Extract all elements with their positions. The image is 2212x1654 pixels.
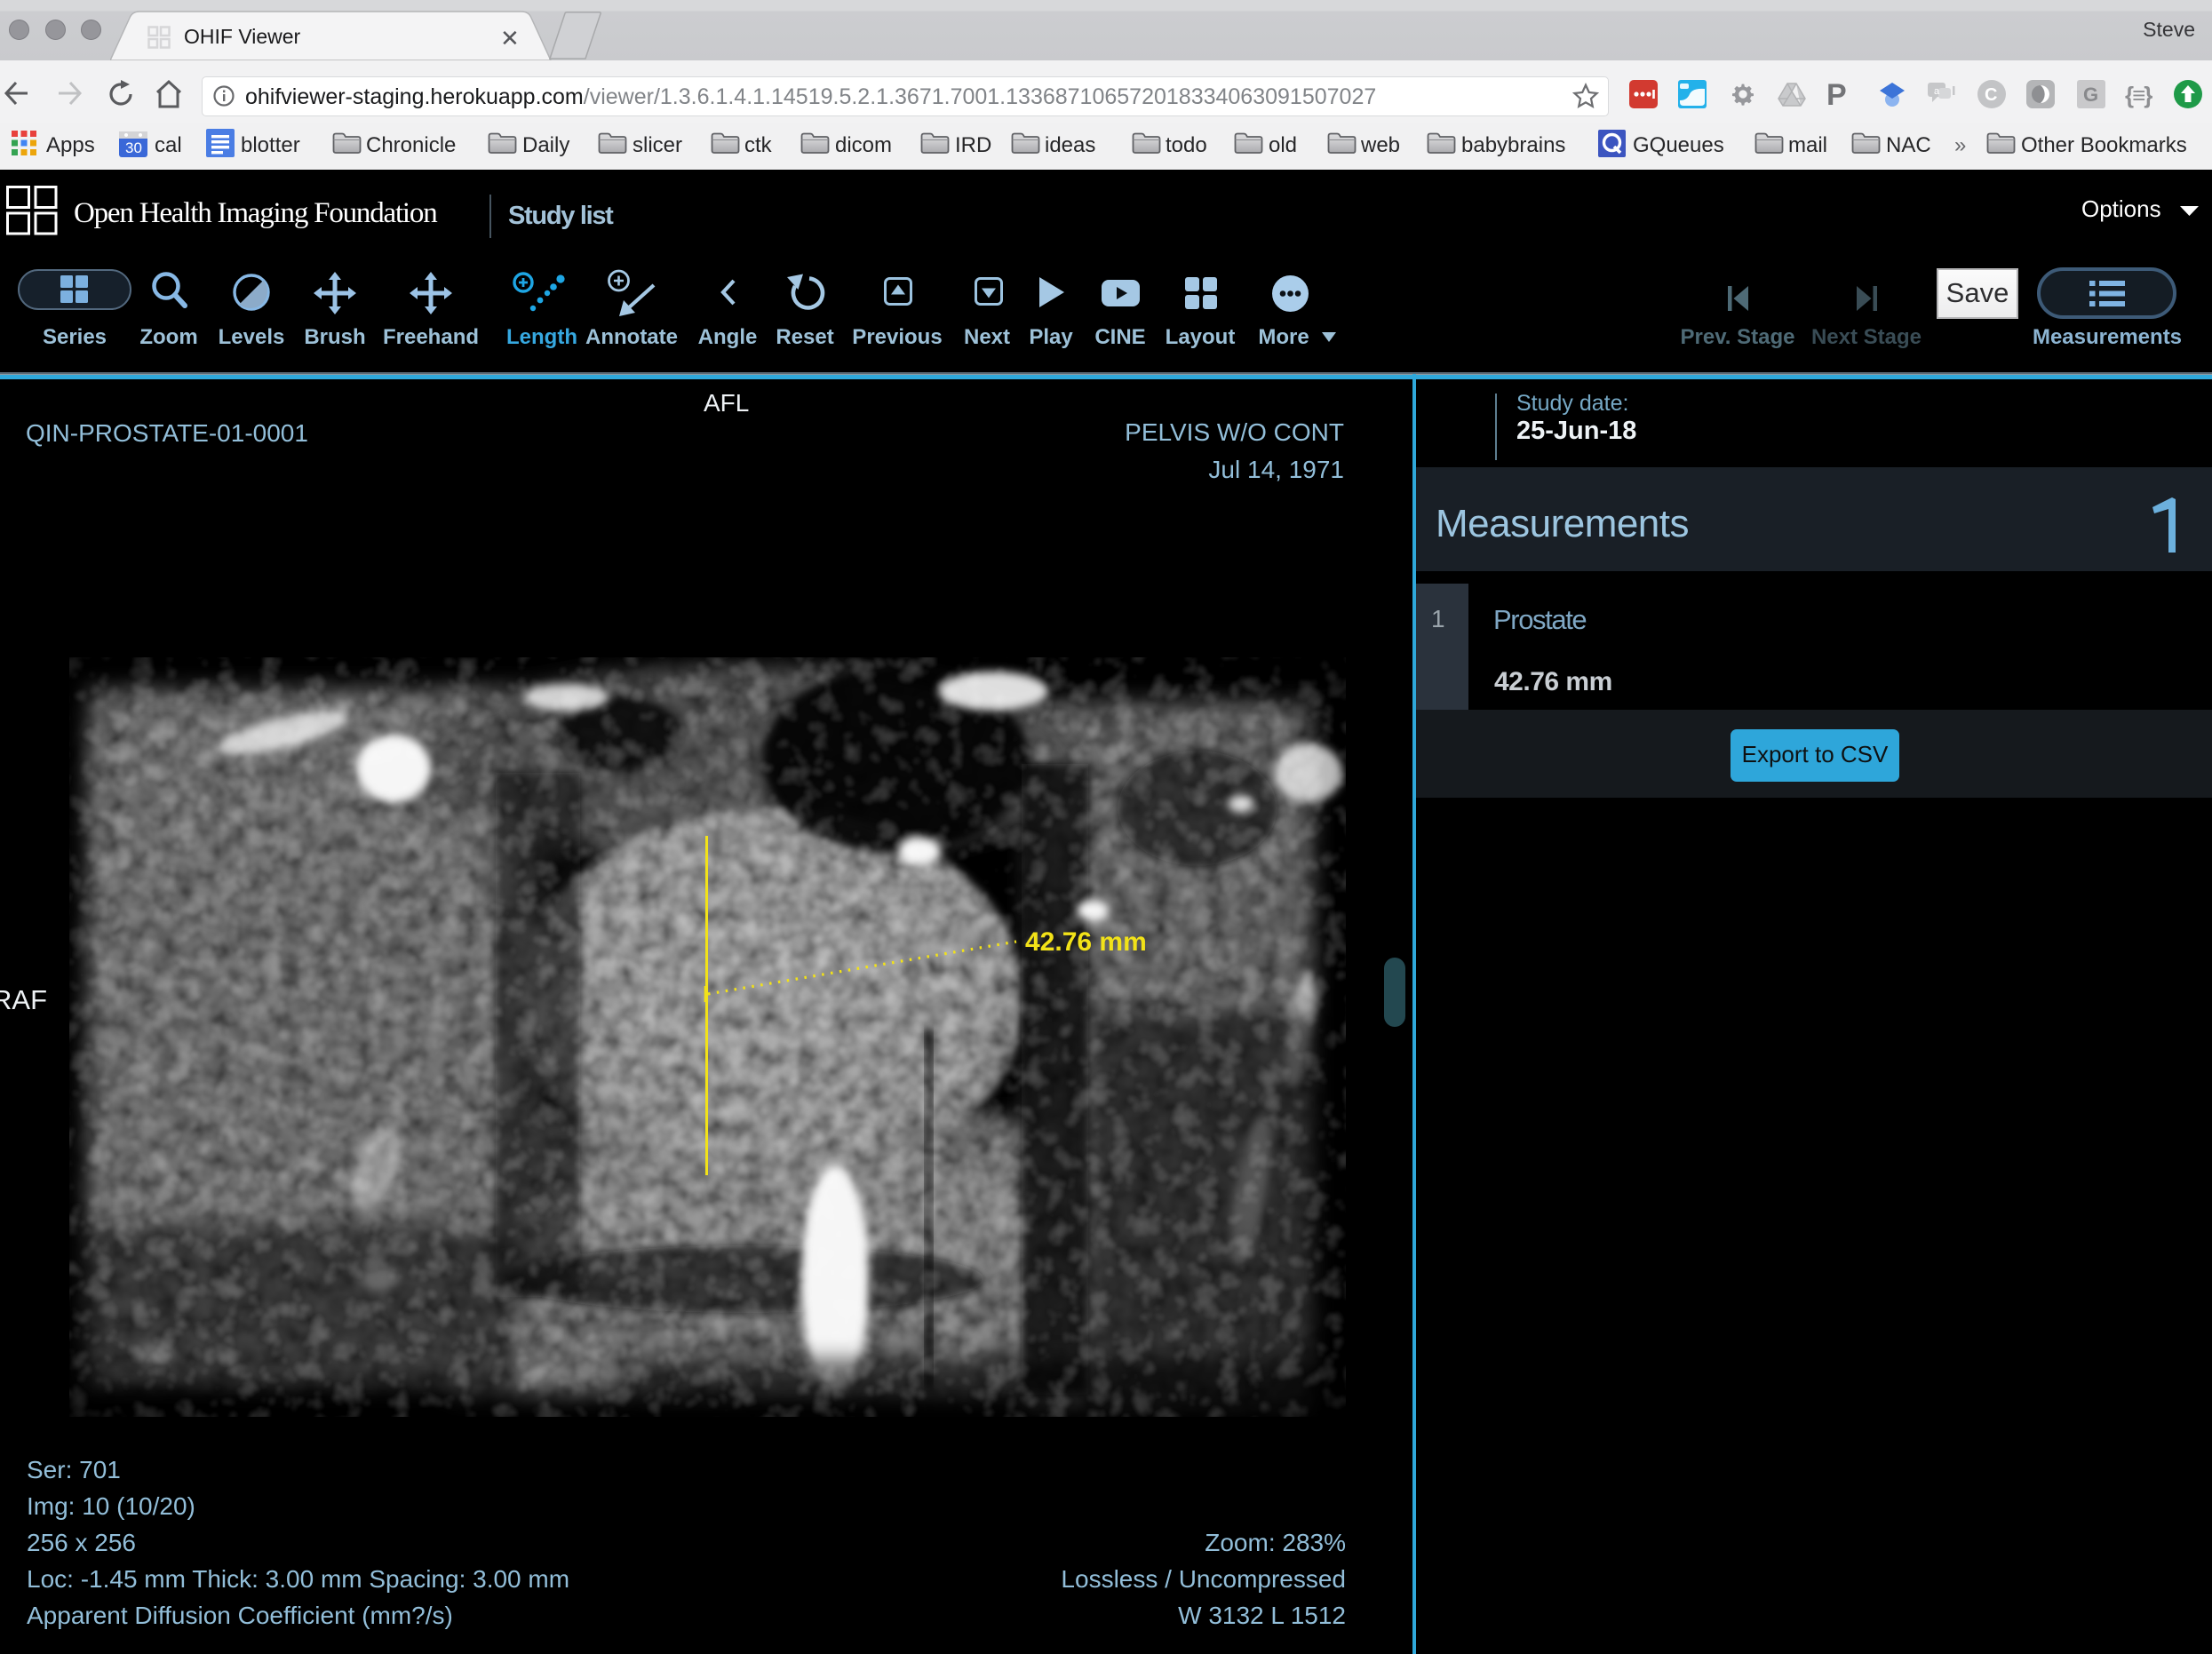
svg-text:a: a: [1934, 86, 1940, 97]
svg-text:G: G: [2083, 83, 2098, 106]
svg-text:30: 30: [125, 139, 142, 156]
svg-text:C: C: [1985, 85, 1997, 105]
